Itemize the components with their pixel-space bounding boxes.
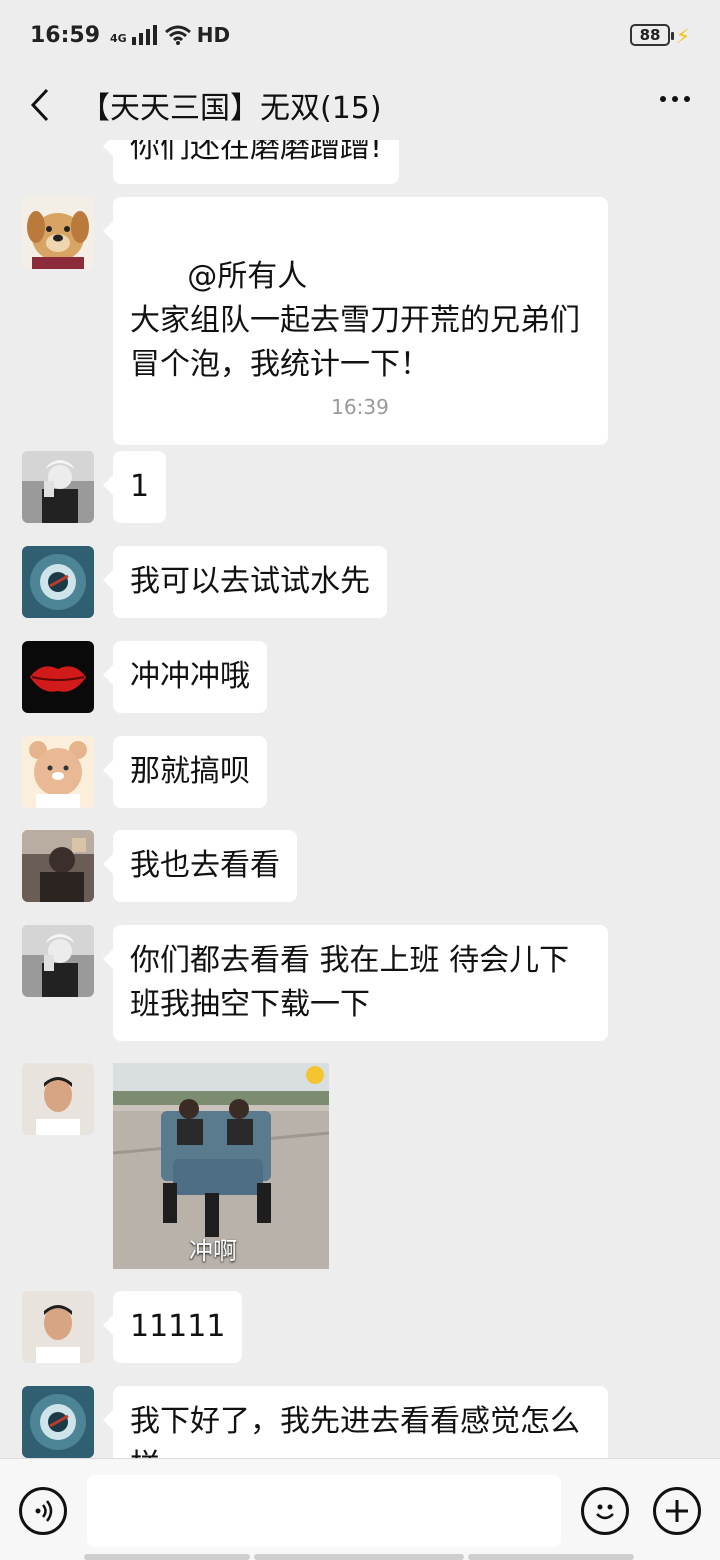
message-text: 11111	[130, 1309, 226, 1344]
image-caption: 冲啊	[189, 1237, 237, 1265]
chat-header: 【天天三国】无双(15)	[0, 70, 720, 140]
message-bubble[interactable]: 你们还在磨磨蹭蹭!	[102, 140, 400, 184]
message-bubble[interactable]: 我可以去试试水先	[103, 546, 387, 618]
plus-icon	[666, 1500, 688, 1522]
input-bar	[0, 1458, 720, 1560]
message-text: 1	[130, 469, 150, 504]
voice-icon	[35, 1500, 53, 1522]
battery-icon: 88	[630, 24, 674, 46]
network-label: 4G	[110, 32, 127, 45]
signal-icon: 4G	[110, 25, 157, 45]
avatar[interactable]	[22, 1063, 94, 1135]
message-text: 我也去看看	[130, 848, 280, 883]
plus-button[interactable]	[653, 1487, 701, 1535]
wifi-icon	[164, 25, 191, 45]
emoji-button[interactable]	[581, 1487, 629, 1535]
avatar[interactable]	[22, 925, 94, 997]
avatar[interactable]	[22, 1386, 94, 1458]
message-bubble[interactable]: 11111	[102, 1291, 243, 1363]
message-text: 你们还在磨磨蹭蹭!	[130, 140, 383, 165]
message-text: 我下好了，我先进去看看感觉怎么样	[130, 1404, 580, 1458]
avatar[interactable]	[22, 546, 94, 618]
nav-indicator	[254, 1554, 464, 1560]
message-input[interactable]	[87, 1475, 561, 1547]
voice-button[interactable]	[19, 1487, 67, 1535]
message-text: 冲冲冲哦	[130, 659, 250, 694]
avatar[interactable]	[22, 451, 94, 523]
message-text: @所有人 大家组队一起去雪刀开荒的兄弟们冒个泡，我统计一下！	[130, 259, 580, 382]
image-message[interactable]: 冲啊	[112, 1063, 330, 1269]
message-bubble[interactable]: 1	[102, 451, 167, 523]
message-list[interactable]: 你们还在磨磨蹭蹭! @所有人 大家组队一起去雪刀开荒的兄弟们冒个泡，我统计一下！…	[0, 140, 720, 1458]
chevron-left-icon	[30, 88, 49, 122]
status-bar: 16:59 4G HD 88 ⚡	[0, 0, 720, 70]
avatar[interactable]	[22, 830, 94, 902]
charging-icon: ⚡	[675, 24, 690, 48]
more-dots-icon[interactable]	[660, 96, 690, 102]
emoji-icon	[596, 1504, 614, 1520]
message-bubble[interactable]: 我下好了，我先进去看看感觉怎么样	[103, 1386, 608, 1458]
message-bubble[interactable]: 冲冲冲哦	[103, 641, 267, 713]
avatar[interactable]	[22, 197, 94, 269]
message-text: 那就搞呗	[130, 754, 250, 789]
hd-label: HD	[196, 23, 231, 47]
nav-indicator	[468, 1554, 634, 1560]
status-time: 16:59	[30, 22, 101, 48]
avatar[interactable]	[22, 641, 94, 713]
chat-title: 【天天三国】无双(15)	[80, 91, 382, 126]
nav-indicator	[84, 1554, 250, 1560]
message-text: 你们都去看看 我在上班 待会儿下班我抽空下载一下	[130, 943, 570, 1022]
message-text: 我可以去试试水先	[130, 564, 370, 599]
message-bubble[interactable]: 我也去看看	[103, 830, 297, 902]
message-bubble[interactable]: 那就搞呗	[103, 736, 267, 808]
timestamp: 16:39	[331, 395, 389, 419]
message-bubble[interactable]: 你们都去看看 我在上班 待会儿下班我抽空下载一下	[103, 925, 608, 1041]
avatar[interactable]	[22, 1291, 94, 1363]
back-button[interactable]	[0, 70, 80, 140]
avatar[interactable]	[22, 736, 94, 808]
